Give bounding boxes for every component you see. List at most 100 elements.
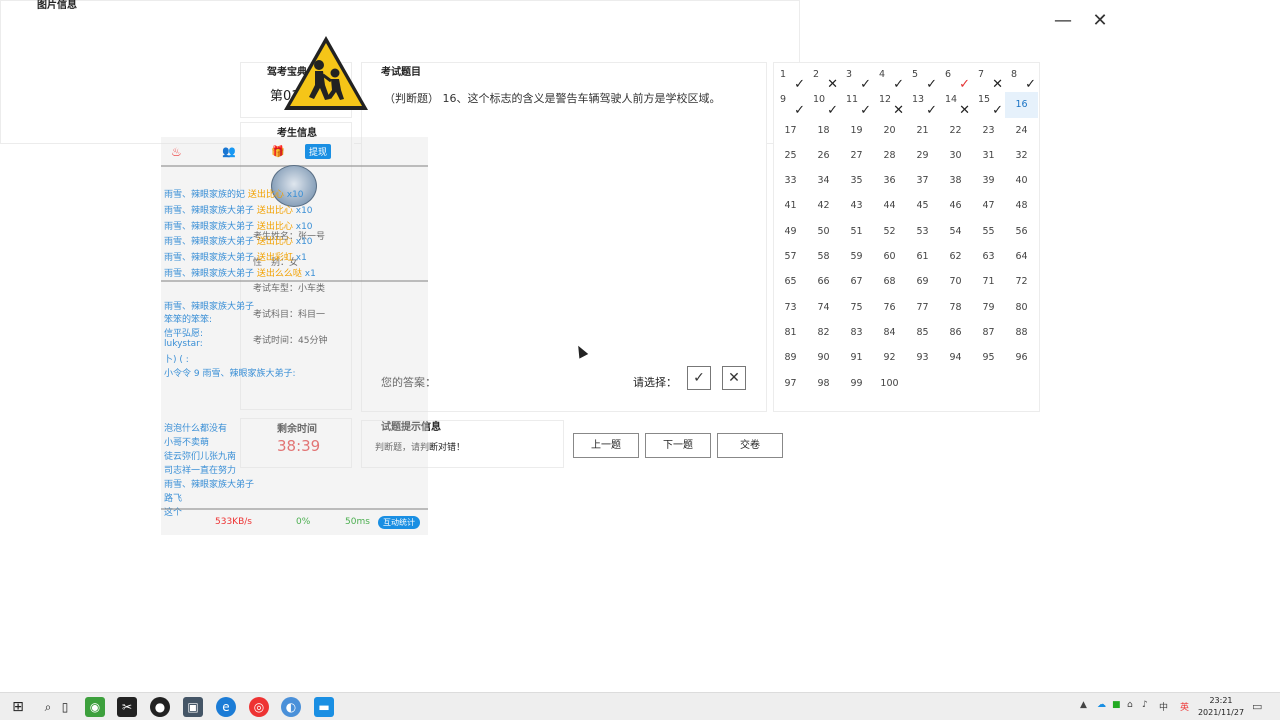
- question-cell[interactable]: 74: [807, 295, 840, 320]
- tray-network-icon[interactable]: ⌂: [1127, 700, 1133, 710]
- question-cell[interactable]: 18: [807, 118, 840, 143]
- question-cell[interactable]: 34: [807, 168, 840, 193]
- question-cell[interactable]: 22: [939, 118, 972, 143]
- interaction-stats-button[interactable]: 互动统计: [378, 516, 420, 529]
- question-cell[interactable]: 24: [1005, 118, 1038, 143]
- question-cell[interactable]: 21: [906, 118, 939, 143]
- fans-icon[interactable]: 👥: [222, 145, 236, 158]
- question-cell[interactable]: 59: [840, 244, 873, 269]
- question-cell[interactable]: 47: [972, 193, 1005, 218]
- task-view-icon[interactable]: ▯: [60, 697, 70, 717]
- question-cell[interactable]: 17: [774, 118, 807, 143]
- question-cell[interactable]: 7 ✕: [972, 67, 1005, 92]
- app-green-icon[interactable]: ◉: [85, 697, 105, 717]
- question-cell[interactable]: 12 ✕: [873, 92, 906, 117]
- taskbar-clock[interactable]: 23:21 2021/11/27: [1196, 695, 1246, 719]
- question-cell[interactable]: 73: [774, 295, 807, 320]
- question-cell[interactable]: 41: [774, 193, 807, 218]
- prev-question-button[interactable]: 上一题: [573, 433, 639, 458]
- question-cell[interactable]: 55: [972, 219, 1005, 244]
- question-cell[interactable]: 63: [972, 244, 1005, 269]
- question-cell[interactable]: 32: [1005, 143, 1038, 168]
- question-cell[interactable]: 85: [906, 320, 939, 345]
- tray-green-icon[interactable]: ■: [1112, 700, 1121, 710]
- question-cell[interactable]: 83: [840, 320, 873, 345]
- question-cell[interactable]: 100: [873, 371, 906, 396]
- question-cell[interactable]: 35: [840, 168, 873, 193]
- tray-cloud-icon[interactable]: ☁: [1097, 700, 1106, 710]
- flame-icon[interactable]: ♨: [171, 145, 182, 159]
- minimize-button[interactable]: —: [1048, 8, 1078, 34]
- next-question-button[interactable]: 下一题: [645, 433, 711, 458]
- question-cell[interactable]: 70: [939, 269, 972, 294]
- question-cell[interactable]: 19: [840, 118, 873, 143]
- question-cell[interactable]: 26: [807, 143, 840, 168]
- question-cell[interactable]: 53: [906, 219, 939, 244]
- app-netease-icon[interactable]: ◎: [249, 697, 269, 717]
- question-cell[interactable]: 14 ✕: [939, 92, 972, 117]
- question-cell[interactable]: 92: [873, 345, 906, 370]
- windows-start-icon[interactable]: ⊞: [8, 697, 28, 717]
- edge-browser-icon[interactable]: e: [216, 697, 236, 717]
- question-cell[interactable]: 66: [807, 269, 840, 294]
- question-cell[interactable]: 94: [939, 345, 972, 370]
- search-icon[interactable]: ⌕: [38, 697, 58, 717]
- question-cell[interactable]: 60: [873, 244, 906, 269]
- tray-chevron-icon[interactable]: ▲: [1080, 700, 1087, 710]
- question-cell[interactable]: 30: [939, 143, 972, 168]
- question-cell[interactable]: 43: [840, 193, 873, 218]
- app-obs-icon[interactable]: ●: [150, 697, 170, 717]
- question-cell[interactable]: 82: [807, 320, 840, 345]
- question-cell[interactable]: 86: [939, 320, 972, 345]
- question-cell[interactable]: 87: [972, 320, 1005, 345]
- question-cell[interactable]: 99: [840, 371, 873, 396]
- question-cell[interactable]: 2 ✕: [807, 67, 840, 92]
- question-cell[interactable]: 77: [906, 295, 939, 320]
- question-cell[interactable]: 62: [939, 244, 972, 269]
- question-cell[interactable]: 91: [840, 345, 873, 370]
- question-cell[interactable]: 78: [939, 295, 972, 320]
- question-cell[interactable]: 95: [972, 345, 1005, 370]
- question-cell[interactable]: 28: [873, 143, 906, 168]
- question-cell[interactable]: 90: [807, 345, 840, 370]
- question-cell[interactable]: 67: [840, 269, 873, 294]
- notification-icon[interactable]: ▭: [1252, 700, 1262, 713]
- gift-icon[interactable]: 🎁: [271, 145, 285, 158]
- question-cell[interactable]: 58: [807, 244, 840, 269]
- question-cell[interactable]: 50: [807, 219, 840, 244]
- question-cell[interactable]: 64: [1005, 244, 1038, 269]
- answer-false-button[interactable]: ✕: [722, 366, 746, 390]
- question-cell[interactable]: 44: [873, 193, 906, 218]
- question-cell[interactable]: 80: [1005, 295, 1038, 320]
- question-cell[interactable]: 57: [774, 244, 807, 269]
- question-cell[interactable]: 27: [840, 143, 873, 168]
- question-cell[interactable]: 88: [1005, 320, 1038, 345]
- submit-exam-button[interactable]: 交卷: [717, 433, 783, 458]
- question-cell[interactable]: 96: [1005, 345, 1038, 370]
- app-capcut-icon[interactable]: ✂: [117, 697, 137, 717]
- question-cell[interactable]: 65: [774, 269, 807, 294]
- app-driving-exam-icon[interactable]: ▬: [314, 697, 334, 717]
- question-cell[interactable]: 42: [807, 193, 840, 218]
- question-cell[interactable]: 6 ✓: [939, 67, 972, 92]
- question-cell[interactable]: 49: [774, 219, 807, 244]
- app-photo-icon[interactable]: ▣: [183, 697, 203, 717]
- tray-ime-icon[interactable]: 英: [1180, 700, 1189, 713]
- question-cell[interactable]: 54: [939, 219, 972, 244]
- app-blue-circle-icon[interactable]: ◐: [281, 697, 301, 717]
- question-cell[interactable]: 23: [972, 118, 1005, 143]
- question-cell[interactable]: 37: [906, 168, 939, 193]
- question-cell[interactable]: 46: [939, 193, 972, 218]
- question-cell[interactable]: 20: [873, 118, 906, 143]
- question-cell[interactable]: 52: [873, 219, 906, 244]
- question-cell[interactable]: 36: [873, 168, 906, 193]
- question-cell[interactable]: 56: [1005, 219, 1038, 244]
- withdraw-button[interactable]: 提现: [305, 144, 332, 159]
- question-cell[interactable]: 5 ✓: [906, 67, 939, 92]
- question-cell[interactable]: 38: [939, 168, 972, 193]
- question-cell[interactable]: 98: [807, 371, 840, 396]
- question-cell[interactable]: 48: [1005, 193, 1038, 218]
- question-cell[interactable]: 71: [972, 269, 1005, 294]
- close-button[interactable]: ✕: [1085, 8, 1115, 34]
- question-cell[interactable]: 93: [906, 345, 939, 370]
